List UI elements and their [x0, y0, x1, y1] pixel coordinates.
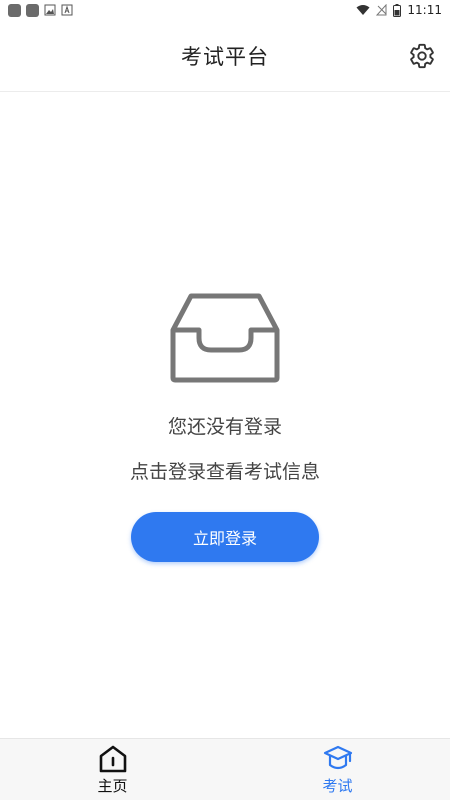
notification-icon — [26, 3, 39, 17]
login-button[interactable]: 立即登录 — [131, 512, 319, 562]
empty-state: 您还没有登录 点击登录查看考试信息 立即登录 — [0, 292, 450, 562]
image-notification-icon — [44, 4, 56, 16]
nav-label-home: 主页 — [97, 776, 128, 795]
not-logged-in-message: 您还没有登录 — [167, 416, 282, 438]
text-notification-icon — [61, 4, 73, 16]
app-bar: 考试平台 — [0, 20, 450, 92]
page-title: 考试平台 — [181, 44, 269, 69]
home-icon — [99, 745, 126, 772]
notification-icon — [8, 3, 21, 17]
status-bar: 11:11 — [0, 0, 450, 20]
nav-label-exam: 考试 — [322, 776, 353, 795]
graduation-cap-icon — [323, 745, 352, 769]
wifi-icon — [356, 5, 370, 15]
bottom-nav: 主页 考试 — [0, 738, 450, 800]
battery-icon — [393, 3, 402, 17]
gear-icon[interactable] — [408, 42, 436, 70]
no-signal-icon — [376, 4, 387, 16]
login-hint-message: 点击登录查看考试信息 — [129, 461, 320, 483]
inbox-icon — [170, 293, 280, 383]
nav-item-home[interactable]: 主页 — [0, 739, 225, 800]
clock: 11:11 — [407, 3, 442, 17]
nav-item-exam[interactable]: 考试 — [225, 739, 450, 800]
